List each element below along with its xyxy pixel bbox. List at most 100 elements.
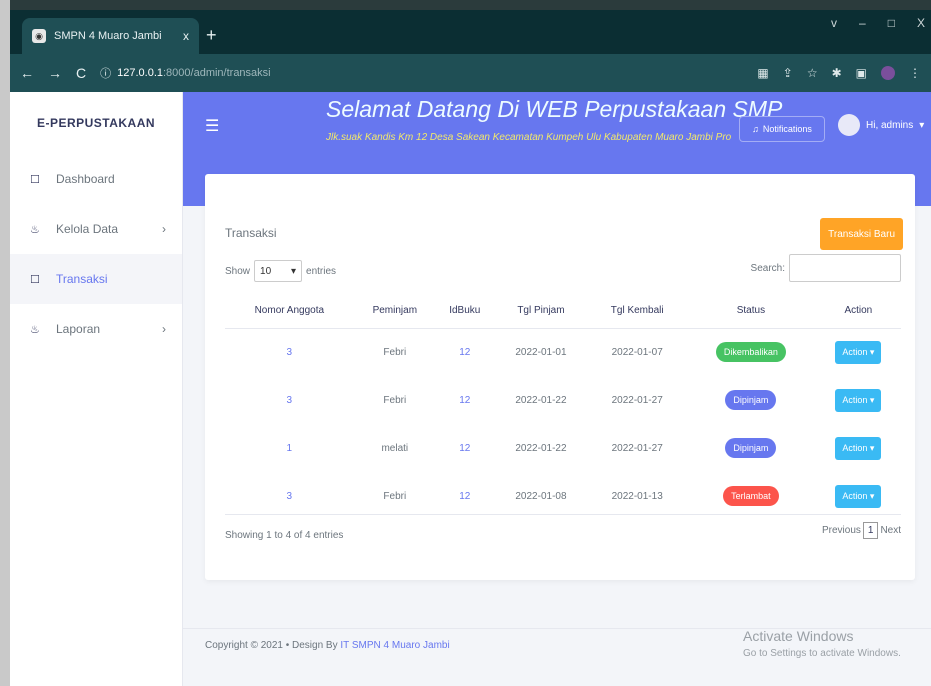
- nomor-anggota-cell[interactable]: 3: [225, 328, 354, 376]
- column-header[interactable]: Nomor Anggota: [225, 294, 354, 329]
- sidebar-item-kelola-data[interactable]: ♨ Kelola Data ›: [10, 204, 182, 254]
- sidebar-item-laporan[interactable]: ♨ Laporan ›: [10, 304, 182, 354]
- peminjam-cell: Febri: [383, 394, 407, 406]
- bookmark-star-icon[interactable]: ☆: [807, 66, 818, 80]
- tgl-pinjam-cell: 2022-01-08: [515, 490, 567, 502]
- peminjam-cell: melati: [381, 442, 409, 454]
- entries-select[interactable]: 10 ▾: [254, 260, 303, 282]
- chevron-right-icon: ›: [162, 222, 166, 236]
- pagination: Previous 1 Next: [822, 522, 901, 539]
- idbuku-cell[interactable]: 12: [436, 472, 494, 520]
- caret-down-icon: ▾: [867, 442, 875, 453]
- footer: Copyright © 2021 • Design By IT SMPN 4 M…: [205, 640, 450, 651]
- column-header[interactable]: Tgl Pinjam: [493, 294, 589, 329]
- status-badge: Dipinjam: [725, 390, 777, 410]
- menu-dots-icon[interactable]: ⋮: [909, 66, 921, 80]
- column-header[interactable]: Status: [686, 294, 816, 329]
- watermark-subtitle: Go to Settings to activate Windows.: [743, 648, 901, 659]
- next-button[interactable]: Next: [880, 525, 901, 536]
- maximize-button[interactable]: □: [888, 16, 895, 30]
- notifications-button[interactable]: ♫ Notifications: [739, 116, 825, 142]
- sidebar-item-transaksi[interactable]: ☐ Transaksi: [10, 254, 182, 304]
- idbuku-cell[interactable]: 12: [436, 328, 494, 376]
- idbuku-cell[interactable]: 12: [436, 424, 494, 472]
- reload-icon[interactable]: C: [76, 65, 86, 81]
- nomor-anggota-cell[interactable]: 1: [225, 424, 354, 472]
- sidepanel-icon[interactable]: ▣: [856, 66, 867, 80]
- new-tab-button[interactable]: +: [206, 26, 217, 44]
- fire-icon: ♨: [30, 323, 40, 336]
- peminjam-cell: Febri: [383, 346, 407, 358]
- table-row: 1 melati 12 2022-01-22 2022-01-27 Dipinjam Act…: [225, 424, 901, 472]
- page: E-PERPUSTAKAAN ☐ Dashboard ♨ Kelola Data…: [10, 92, 931, 686]
- tgl-pinjam-cell: 2022-01-22: [515, 442, 567, 454]
- url-field[interactable]: ⓘ 127.0.0.1 :8000/admin/transaksi: [100, 60, 757, 86]
- action-dropdown-button[interactable]: Action ▾: [835, 388, 882, 412]
- nomor-anggota-cell[interactable]: 3: [225, 376, 354, 424]
- action-label: Action: [842, 442, 868, 453]
- table-row: 3 Febri 12 2022-01-22 2022-01-27 Dipinjam Acti…: [225, 376, 901, 424]
- browser-tab[interactable]: ◉ SMPN 4 Muaro Jambi x: [22, 18, 199, 54]
- tab-close-button[interactable]: x: [183, 29, 189, 43]
- close-window-button[interactable]: X: [917, 16, 925, 30]
- action-cell: Action ▾: [816, 472, 901, 520]
- profile-avatar-icon[interactable]: [881, 66, 895, 80]
- welcome-title: Selamat Datang Di WEB Perpustakaan SMP: [326, 96, 783, 122]
- action-cell: Action ▾: [816, 328, 901, 376]
- entries-value: 10: [260, 265, 272, 277]
- table-row: 3 Febri 12 2022-01-01 2022-01-07 Dikembalikan…: [225, 328, 901, 376]
- sidebar-item-label: Kelola Data: [56, 222, 119, 236]
- transaksi-baru-button[interactable]: Transaksi Baru: [820, 218, 903, 250]
- hamburger-menu-icon[interactable]: ☰: [205, 116, 219, 136]
- column-header[interactable]: Tgl Kembali: [588, 294, 687, 329]
- notifications-label: Notifications: [762, 124, 812, 134]
- back-icon[interactable]: ←: [20, 65, 34, 81]
- tab-strip: ◉ SMPN 4 Muaro Jambi x + v – □ X: [10, 10, 931, 54]
- action-dropdown-button[interactable]: Action ▾: [835, 340, 882, 364]
- screen-edge: [0, 0, 10, 686]
- sidebar: E-PERPUSTAKAAN ☐ Dashboard ♨ Kelola Data…: [10, 92, 183, 686]
- sidebar-item-label: Transaksi: [56, 272, 108, 286]
- action-label: Action: [842, 490, 868, 501]
- idbuku-cell[interactable]: 12: [436, 376, 494, 424]
- sidebar-item-label: Dashboard: [56, 172, 115, 186]
- status-cell: Dipinjam: [686, 424, 816, 472]
- forward-icon[interactable]: →: [48, 65, 62, 81]
- action-dropdown-button[interactable]: Action ▾: [835, 436, 882, 460]
- tgl-kembali-cell: 2022-01-27: [611, 394, 663, 406]
- site-info-icon[interactable]: ⓘ: [100, 65, 111, 81]
- page-button[interactable]: 1: [862, 522, 879, 539]
- tab-search-button[interactable]: v: [831, 16, 837, 30]
- column-header[interactable]: Action: [815, 294, 901, 329]
- search-input[interactable]: [789, 254, 901, 282]
- favicon-icon: ◉: [32, 29, 46, 43]
- caret-down-icon: ▾: [867, 394, 875, 405]
- status-cell: Dipinjam: [686, 376, 816, 424]
- transaksi-card: Transaksi Transaksi Baru Show 10 ▾ entri…: [205, 174, 915, 580]
- activate-windows-watermark: Activate Windows Go to Settings to activ…: [743, 628, 901, 659]
- minimize-button[interactable]: –: [859, 16, 866, 30]
- tgl-pinjam-cell: 2022-01-01: [515, 346, 567, 358]
- footer-link[interactable]: IT SMPN 4 Muaro Jambi: [340, 640, 449, 651]
- action-dropdown-button[interactable]: Action ▾: [835, 484, 882, 508]
- user-label: Hi, admins: [866, 119, 914, 131]
- fire-icon: ♨: [30, 223, 40, 236]
- sidebar-item-dashboard[interactable]: ☐ Dashboard: [10, 154, 182, 204]
- brand-title[interactable]: E-PERPUSTAKAAN: [10, 92, 182, 154]
- tab-title: SMPN 4 Muaro Jambi: [54, 30, 162, 42]
- translate-icon[interactable]: ▦: [757, 66, 768, 80]
- search-control: Search:: [751, 254, 901, 282]
- previous-button[interactable]: Previous: [822, 525, 861, 536]
- show-label: Show: [225, 265, 251, 277]
- user-menu[interactable]: Hi, admins ▾: [838, 114, 924, 136]
- bell-icon: ♫: [752, 124, 759, 134]
- column-header[interactable]: IdBuku: [435, 294, 494, 329]
- tgl-kembali-cell: 2022-01-27: [611, 442, 663, 454]
- action-cell: Action ▾: [816, 424, 901, 472]
- extensions-icon[interactable]: ✱: [832, 66, 842, 80]
- share-icon[interactable]: ⇪: [783, 66, 793, 80]
- column-header[interactable]: Peminjam: [353, 294, 436, 329]
- action-label: Action: [842, 346, 868, 357]
- nomor-anggota-cell[interactable]: 3: [225, 472, 354, 520]
- address-bar-row: ← → C ⓘ 127.0.0.1 :8000/admin/transaksi …: [10, 54, 931, 92]
